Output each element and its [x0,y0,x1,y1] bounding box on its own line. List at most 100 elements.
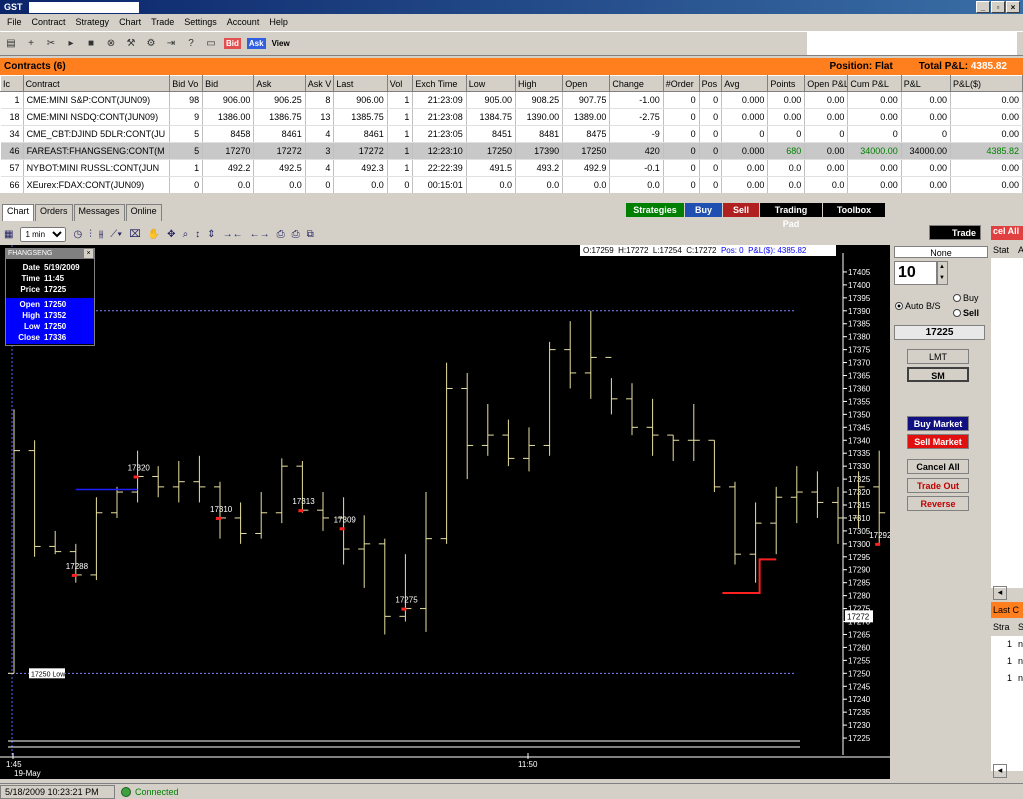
tab-messages[interactable]: Messages [73,204,125,221]
column-header[interactable]: #Order [662,75,700,92]
reverse-button[interactable]: Reverse [907,496,969,511]
side-scroll-left-icon-2[interactable]: ◂ [993,764,1007,778]
properties-icon[interactable]: ⎙ [277,229,285,240]
window-icon[interactable]: ▭ [204,38,218,49]
interval-select[interactable]: 1 min [20,227,67,242]
sell-market-button[interactable]: Sell Market [907,434,969,449]
table-row[interactable]: 18 CME:MINI NSDQ:CONT(JUN09) 9 1386.00 1386.… [0,108,1023,126]
horizontal-expand-icon[interactable]: ←→ [250,229,270,240]
bar-type-icon[interactable]: ⫶ [89,229,92,240]
table-row[interactable]: 46 FAREAST:FHANGSENG:CONT(M 5 17270 17272 3 17… [0,142,1023,160]
lmt-button[interactable]: LMT [907,349,969,364]
table-row[interactable]: 34 CME_CBT:DJIND 5DLR:CONT(JU 5 8458 8461 4 84… [0,125,1023,143]
column-header[interactable]: Open P&L [804,75,849,92]
close-button[interactable]: × [1006,1,1020,13]
play-icon[interactable]: ▸ [64,38,78,49]
column-header[interactable]: Ask V [304,75,335,92]
column-header[interactable]: Low [465,75,517,92]
quantity-input[interactable]: 10 [894,261,938,285]
view-button[interactable]: View [272,39,290,48]
menu-file[interactable]: File [2,17,27,27]
tab-online[interactable]: Online [125,204,162,221]
trade-header-button[interactable]: Trade [929,225,981,240]
chart-icon[interactable]: ▦ [4,229,13,240]
draw-line-icon[interactable]: ⟋▾ [110,229,122,240]
column-header[interactable]: Pos [698,75,723,92]
clock-icon[interactable]: ◷ [73,229,82,240]
help-icon[interactable]: ? [184,38,198,49]
hand-icon[interactable]: ✋ [148,229,160,240]
column-header[interactable]: Change [609,75,664,92]
menu-chart[interactable]: Chart [114,17,146,27]
sell-radio[interactable]: Sell [953,308,979,318]
print-icon[interactable]: ⎙ [292,229,300,240]
column-header[interactable]: Vol [386,75,414,92]
cancel-all-button[interactable]: Cancel All [907,459,969,474]
column-header[interactable]: Cum P&L [847,75,902,92]
menu-help[interactable]: Help [264,17,293,27]
column-header[interactable]: Bid [202,75,255,92]
table-row[interactable]: 66 XEurex:FDAX:CONT(JUN09) 0 0.0 0.0 0 0.0 0 00:… [0,176,1023,193]
info-close-icon[interactable]: × [84,249,93,258]
column-header[interactable]: Open [562,75,611,92]
menu-settings[interactable]: Settings [179,17,222,27]
column-header[interactable]: Exch Time [412,75,467,92]
menu-strategy[interactable]: Strategy [71,17,115,27]
ask-button[interactable]: Ask [246,38,266,49]
cancel-icon[interactable]: ⊗ [104,38,118,49]
minimize-button[interactable]: _ [976,1,990,13]
toolbox-button[interactable]: Toolbox [823,203,885,217]
clipboard-icon[interactable]: ▤ [4,38,18,49]
column-header[interactable]: Contract [22,75,171,92]
table-row[interactable]: 57 NYBOT:MINI RUSSL:CONT(JUN 1 492.2 492.5 4 4… [0,159,1023,177]
horizontal-compress-icon[interactable]: →← [223,229,243,240]
menu-trade[interactable]: Trade [146,17,179,27]
auto-bs-radio[interactable]: Auto B/S [895,301,941,311]
restore-button[interactable]: ▫ [991,1,1005,13]
column-header[interactable]: Ask [253,75,306,92]
price-chart[interactable]: 17405 17400 17395 17390 17385 17380 17375 17370… [0,245,890,779]
column-header[interactable]: P&L [900,75,951,92]
erase-icon[interactable]: ⌧ [129,229,141,240]
zoom-icon[interactable]: ⌕ [183,229,189,240]
quantity-stepper[interactable]: ▲ ▼ [936,261,948,285]
trading-pad-button[interactable]: Trading Pad [760,203,822,229]
hammer-icon[interactable]: ⚒ [124,38,138,49]
plus-icon[interactable]: + [24,38,38,49]
column-header[interactable]: High [514,75,564,92]
bar-info-box[interactable]: FHANGSENG × Date 5/19/2009 Time 11:45 Price… [5,248,95,346]
stop-icon[interactable]: ■ [84,38,98,49]
pan-icon[interactable]: ✥ [167,229,175,240]
vertical-expand-icon[interactable]: ↕ [195,229,200,240]
strategies-button[interactable]: Strategies [626,203,684,217]
buy-market-button[interactable]: Buy Market [907,416,969,431]
column-header[interactable]: Last [333,75,388,92]
copy-icon[interactable]: ⧉ [307,229,314,240]
toolbar-input[interactable] [807,32,1017,55]
tools-icon[interactable]: ⚙ [144,38,158,49]
column-header[interactable]: Avg [721,75,769,92]
bid-button[interactable]: Bid [224,38,241,49]
side-scroll-left-icon[interactable]: ◂ [993,586,1007,600]
trade-out-button[interactable]: Trade Out [907,478,969,493]
indicator-icon[interactable]: ⫵ [99,229,104,240]
vertical-compress-icon[interactable]: ⇕ [207,229,215,240]
side-cancel-all-button[interactable]: cel All [991,226,1023,240]
menu-contract[interactable]: Contract [27,17,71,27]
buy-button[interactable]: Buy [685,203,722,217]
order-price-field[interactable]: 17225 [894,325,985,340]
menu-account[interactable]: Account [222,17,265,27]
column-header[interactable]: Points [767,75,806,92]
order-type-select[interactable]: None [894,246,988,258]
column-header[interactable]: Ic [0,75,24,92]
sm-button[interactable]: SM [907,367,969,382]
tab-orders[interactable]: Orders [35,204,73,221]
buy-radio[interactable]: Buy [953,293,979,303]
column-header[interactable]: P&L($) [949,75,1023,92]
cut-icon[interactable]: ✂ [44,38,58,49]
column-header[interactable]: Bid Vo [169,75,204,92]
chart-canvas[interactable]: 17405 17400 17395 17390 17385 17380 17375 17370… [0,245,890,779]
table-row[interactable]: 1 CME:MINI S&P:CONT(JUN09) 98 906.00 906.25 8… [0,91,1023,109]
export-icon[interactable]: ⇥ [164,38,178,49]
sell-button[interactable]: Sell [723,203,759,217]
